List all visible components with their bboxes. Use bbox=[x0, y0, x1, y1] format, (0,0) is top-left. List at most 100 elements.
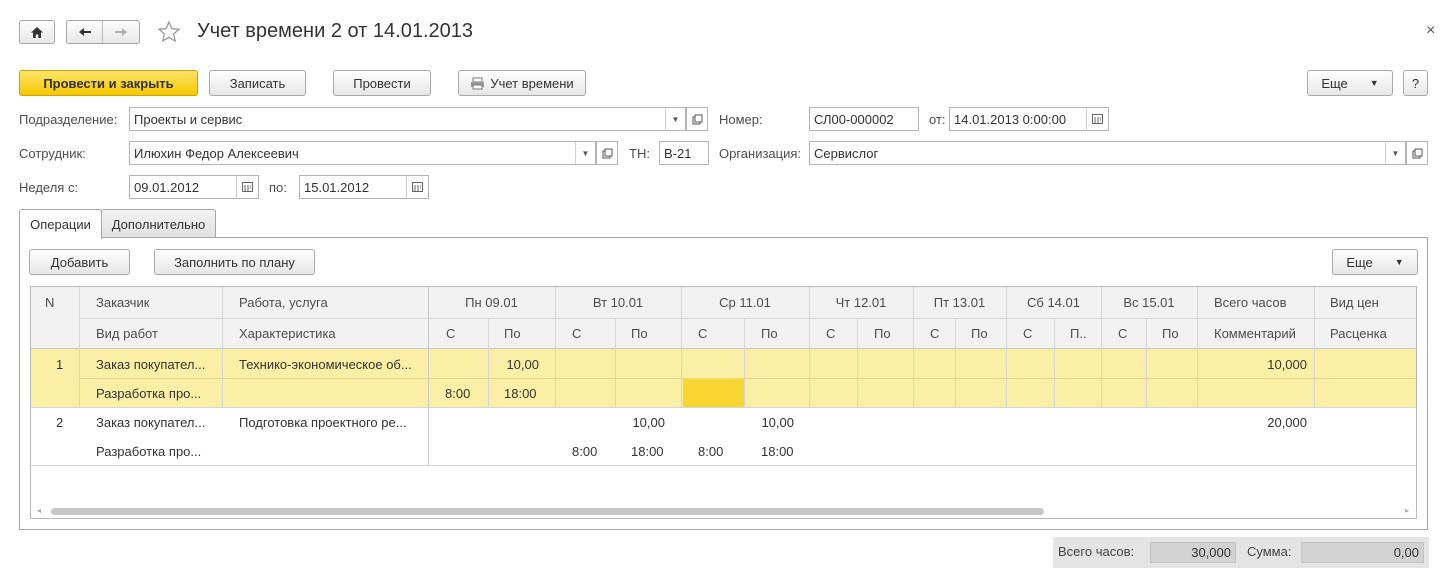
col-header-wed[interactable]: Ср 11.01 bbox=[681, 295, 809, 310]
col-header-mon-from[interactable]: С bbox=[446, 326, 455, 341]
close-icon[interactable]: × bbox=[1426, 22, 1435, 40]
number-field[interactable]: СЛ00-000002 bbox=[809, 107, 919, 131]
grid-line bbox=[1197, 287, 1198, 407]
week-from-field[interactable]: 09.01.2012 bbox=[129, 175, 259, 199]
col-header-price-kind[interactable]: Вид цен bbox=[1330, 295, 1379, 310]
row2-work[interactable]: Подготовка проектного ре... bbox=[239, 415, 407, 430]
tab-operations[interactable]: Операции bbox=[19, 209, 102, 239]
add-row-button[interactable]: Добавить bbox=[29, 249, 130, 275]
row1-mon-to[interactable]: 18:00 bbox=[504, 386, 537, 401]
open-department-button[interactable] bbox=[686, 107, 708, 131]
calendar-icon[interactable] bbox=[406, 176, 428, 198]
col-header-wed-to[interactable]: По bbox=[761, 326, 778, 341]
post-and-close-button[interactable]: Провести и закрыть bbox=[19, 70, 198, 96]
row1-mon-from[interactable]: 8:00 bbox=[445, 386, 470, 401]
week-to-field[interactable]: 15.01.2012 bbox=[299, 175, 429, 199]
row1-mon-hours[interactable]: 10,00 bbox=[488, 357, 539, 372]
col-header-mon[interactable]: Пн 09.01 bbox=[428, 295, 555, 310]
col-header-n[interactable]: N bbox=[45, 295, 54, 310]
scroll-left-icon[interactable]: ◂ bbox=[37, 506, 41, 515]
col-header-customer[interactable]: Заказчик bbox=[96, 295, 149, 310]
col-header-work-type[interactable]: Вид работ bbox=[96, 326, 158, 341]
row1-work-type[interactable]: Разработка про... bbox=[96, 386, 201, 401]
col-header-rate[interactable]: Расценка bbox=[1330, 326, 1387, 341]
col-header-fri[interactable]: Пт 13.01 bbox=[913, 295, 1006, 310]
row2-wed-from[interactable]: 8:00 bbox=[698, 444, 723, 459]
row2-tue-to[interactable]: 18:00 bbox=[631, 444, 664, 459]
row1-customer[interactable]: Заказ покупател... bbox=[96, 357, 205, 372]
col-header-sun-from[interactable]: С bbox=[1118, 326, 1127, 341]
col-header-sun[interactable]: Вс 15.01 bbox=[1101, 295, 1197, 310]
row1-total[interactable]: 10,000 bbox=[1197, 357, 1307, 372]
department-field[interactable]: Проекты и сервис ▼ bbox=[129, 107, 686, 131]
col-header-tue-to[interactable]: По bbox=[631, 326, 648, 341]
col-header-tue-from[interactable]: С bbox=[572, 326, 581, 341]
employee-value: Илюхин Федор Алексеевич bbox=[134, 145, 299, 161]
grid-line bbox=[79, 378, 1416, 379]
department-value: Проекты и сервис bbox=[134, 111, 243, 127]
col-header-work[interactable]: Работа, услуга bbox=[239, 295, 328, 310]
date-field[interactable]: 14.01.2013 0:00:00 bbox=[949, 107, 1109, 131]
calendar-icon[interactable] bbox=[1086, 108, 1108, 130]
chevron-down-icon[interactable]: ▼ bbox=[575, 142, 595, 164]
open-employee-button[interactable] bbox=[596, 141, 618, 165]
total-hours-value: 30,000 bbox=[1150, 542, 1236, 563]
grid-line bbox=[222, 287, 223, 407]
row1-work[interactable]: Технико-экономическое об... bbox=[239, 357, 412, 372]
help-button[interactable]: ? bbox=[1403, 70, 1428, 96]
employee-field[interactable]: Илюхин Федор Алексеевич ▼ bbox=[129, 141, 596, 165]
print-button[interactable]: Учет времени bbox=[458, 70, 586, 96]
scroll-right-icon[interactable]: ▸ bbox=[1405, 506, 1409, 515]
fill-by-plan-button[interactable]: Заполнить по плану bbox=[154, 249, 315, 275]
grid-line bbox=[615, 318, 616, 407]
tn-field[interactable]: В-21 bbox=[659, 141, 709, 165]
active-cell[interactable] bbox=[683, 378, 745, 407]
col-header-comment[interactable]: Комментарий bbox=[1214, 326, 1296, 341]
row2-customer[interactable]: Заказ покупател... bbox=[96, 415, 205, 430]
row2-wed-hours[interactable]: 10,00 bbox=[744, 415, 794, 430]
more-button[interactable]: Еще ▼ bbox=[1307, 70, 1393, 96]
row2-tue-hours[interactable]: 10,00 bbox=[615, 415, 665, 430]
col-header-mon-to[interactable]: По bbox=[504, 326, 521, 341]
week-to-value: 15.01.2012 bbox=[304, 179, 370, 195]
table-more-button[interactable]: Еще ▼ bbox=[1332, 249, 1418, 275]
scrollbar-thumb[interactable] bbox=[51, 508, 1044, 515]
number-value: СЛ00-000002 bbox=[814, 111, 894, 127]
organization-field[interactable]: Сервислог ▼ bbox=[809, 141, 1406, 165]
calendar-icon[interactable] bbox=[236, 176, 258, 198]
col-header-wed-from[interactable]: С bbox=[698, 326, 707, 341]
col-header-tue[interactable]: Вт 10.01 bbox=[555, 295, 681, 310]
tab-additional[interactable]: Дополнительно bbox=[101, 209, 216, 238]
row2-wed-to[interactable]: 18:00 bbox=[761, 444, 794, 459]
open-organization-button[interactable] bbox=[1406, 141, 1428, 165]
row2-work-type[interactable]: Разработка про... bbox=[96, 444, 201, 459]
col-header-thu-from[interactable]: С bbox=[826, 326, 835, 341]
date-label: от: bbox=[929, 112, 946, 127]
arrow-left-icon bbox=[78, 28, 91, 36]
forward-button[interactable] bbox=[103, 21, 139, 43]
save-button[interactable]: Записать bbox=[209, 70, 306, 96]
col-header-sat[interactable]: Сб 14.01 bbox=[1006, 295, 1101, 310]
grid-line bbox=[428, 287, 429, 465]
row2-total[interactable]: 20,000 bbox=[1197, 415, 1307, 430]
row2-tue-from[interactable]: 8:00 bbox=[572, 444, 597, 459]
more-button-label: Еще bbox=[1321, 75, 1348, 91]
chevron-down-icon[interactable]: ▼ bbox=[1385, 142, 1405, 164]
grid-line bbox=[1314, 287, 1315, 407]
favorite-star-icon[interactable] bbox=[157, 20, 181, 47]
col-header-sun-to[interactable]: По bbox=[1162, 326, 1179, 341]
col-header-sat-from[interactable]: С bbox=[1023, 326, 1032, 341]
open-icon bbox=[692, 114, 702, 124]
col-header-fri-from[interactable]: С bbox=[930, 326, 939, 341]
col-header-fri-to[interactable]: По bbox=[971, 326, 988, 341]
col-header-characteristic[interactable]: Характеристика bbox=[239, 326, 336, 341]
col-header-thu-to[interactable]: По bbox=[874, 326, 891, 341]
col-header-sat-to[interactable]: П.. bbox=[1070, 326, 1087, 341]
home-button[interactable] bbox=[19, 20, 55, 44]
col-header-thu[interactable]: Чт 12.01 bbox=[809, 295, 913, 310]
open-icon bbox=[1412, 148, 1422, 158]
back-button[interactable] bbox=[67, 21, 103, 43]
post-button[interactable]: Провести bbox=[333, 70, 431, 96]
col-header-total[interactable]: Всего часов bbox=[1214, 295, 1286, 310]
chevron-down-icon[interactable]: ▼ bbox=[665, 108, 685, 130]
